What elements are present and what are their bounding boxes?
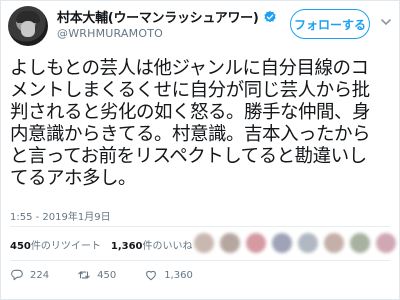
user-handle[interactable]: @WRHMURAMOTO [57, 27, 163, 40]
verified-badge-icon [263, 10, 276, 22]
like-stat-count: 1,360 [110, 240, 143, 252]
tweet-text-line: よしもとの芸人は他ジャンルに自分目線のコ [10, 58, 369, 79]
retweet-count: 450 [97, 269, 117, 281]
tweet-text-line: と言ってお前をリスペクトしてると勘違いし [10, 146, 367, 167]
avatar[interactable] [8, 6, 48, 46]
heart-icon [146, 270, 157, 281]
reply-button[interactable]: 224 [10, 268, 49, 282]
retweet-stat-label: 件のリツイート [30, 240, 101, 252]
liker-avatars [194, 233, 396, 253]
retweet-stat[interactable]: 450件のリツイート [10, 237, 101, 252]
tweet-text-line: てるアホ多し。 [10, 168, 137, 189]
divider [10, 226, 390, 227]
reply-count: 224 [30, 269, 50, 281]
liker-avatar[interactable] [220, 233, 240, 253]
like-stat-label: 件のいいね [142, 240, 193, 252]
tweet-text-line: メントしまくるくせに自分が同じ芸人から批 [10, 80, 370, 101]
tweet-timestamp[interactable]: 1:55 - 2019年1月9日 [10, 208, 111, 223]
liker-avatar[interactable] [194, 233, 214, 253]
tweet-text: よしもとの芸人は他ジャンルに自分目線のコ メントしまくるくせに自分が同じ芸人から… [10, 58, 395, 190]
liker-avatar[interactable] [246, 233, 266, 253]
name-row: 村本大輔(ウーマンラッシュアワー) [57, 7, 277, 26]
tweet-text-line: 内意識からきてる。村意識。吉本入ったから [10, 124, 371, 145]
action-bar: 224 450 1,360 [10, 266, 221, 284]
like-button[interactable]: 1,360 [144, 268, 193, 282]
like-count: 1,360 [164, 269, 193, 281]
liker-avatar[interactable] [350, 233, 370, 253]
tweet-text-line: 判されると劣化の如く怒る。勝手な仲間、身 [10, 102, 371, 123]
like-stat[interactable]: 1,360件のいいね [111, 237, 193, 252]
liker-avatar[interactable] [298, 233, 318, 253]
display-name[interactable]: 村本大輔(ウーマンラッシュアワー) [57, 7, 259, 26]
liker-avatar[interactable] [376, 233, 396, 253]
retweet-stat-count: 450 [10, 240, 31, 252]
follow-button[interactable]: フォローする [290, 9, 370, 39]
chevron-down-icon[interactable] [379, 15, 393, 29]
avatar-face [21, 21, 35, 37]
engagement-stats: 450件のリツイート 1,360件のいいね [10, 232, 193, 256]
reply-icon [11, 269, 23, 281]
retweet-icon [78, 271, 90, 279]
liker-avatar[interactable] [324, 233, 344, 253]
liker-avatar[interactable] [272, 233, 292, 253]
retweet-button[interactable]: 450 [77, 268, 116, 282]
divider [10, 260, 390, 261]
